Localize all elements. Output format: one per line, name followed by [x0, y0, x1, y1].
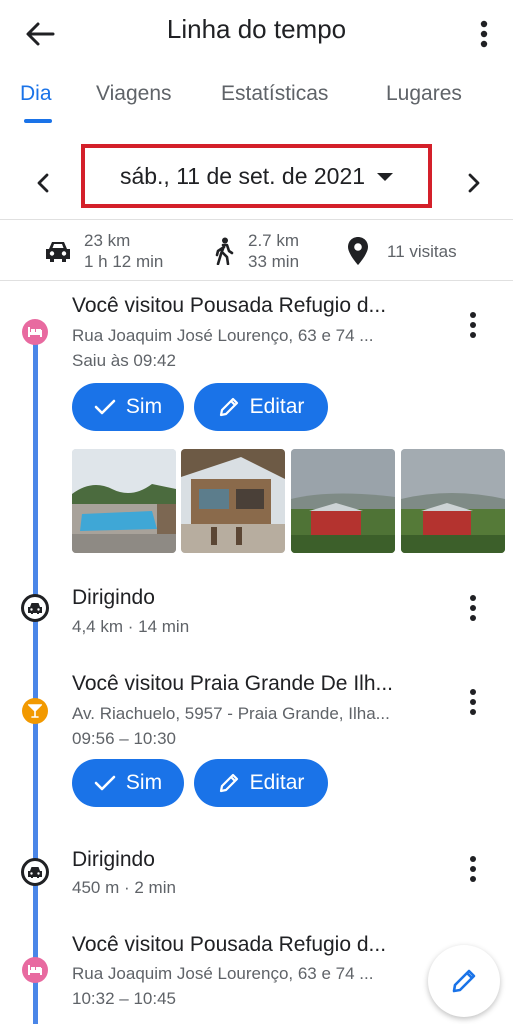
car-icon [28, 603, 42, 614]
visit-time: 10:32 – 10:45 [72, 989, 176, 1008]
edit-fab[interactable] [428, 945, 500, 1017]
photo-thumbnail[interactable] [291, 449, 395, 553]
visit-address: Rua Joaquim José Lourenço, 63 e 74 ... [72, 326, 374, 345]
next-day-button[interactable] [459, 168, 489, 198]
visit-time: 09:56 – 10:30 [72, 729, 176, 748]
drive-distance: 23 km [84, 231, 131, 250]
page-title: Linha do tempo [166, 14, 347, 44]
drive-node [21, 858, 49, 886]
pencil-icon [219, 397, 238, 417]
drive-node [21, 594, 49, 622]
tab-bar: Dia Viagens Estatísticas Lugares [0, 64, 513, 124]
caret-down-icon [377, 173, 394, 181]
tab-viagens[interactable]: Viagens [96, 82, 172, 106]
active-tab-indicator [24, 119, 52, 123]
more-options-button[interactable] [469, 14, 499, 54]
day-summary: 23 km 1 h 12 min 2.7 km 33 min 11 visita… [0, 222, 513, 282]
entry-more-button[interactable] [463, 851, 483, 887]
edit-button[interactable]: Editar [194, 759, 328, 807]
bar-photo [181, 449, 285, 553]
photo-thumbnail[interactable] [401, 449, 505, 553]
check-icon [94, 399, 116, 415]
drive-detail: 450 m · 2 min [72, 878, 176, 897]
visit-title[interactable]: Você visitou Praia Grande De Ilh... [72, 672, 393, 696]
tab-estatisticas[interactable]: Estatísticas [221, 82, 328, 106]
bed-icon [28, 327, 42, 337]
app-bar: Linha do tempo [0, 0, 513, 64]
tab-lugares[interactable]: Lugares [386, 82, 462, 106]
divider [0, 219, 513, 220]
edit-label: Editar [249, 771, 305, 794]
visits-count: 11 visitas [387, 241, 457, 261]
previous-day-button[interactable] [28, 168, 58, 198]
photo-thumbnail[interactable] [181, 449, 285, 553]
pencil-icon [219, 773, 238, 793]
check-icon [94, 775, 116, 791]
pencil-icon [452, 969, 476, 993]
car-icon [46, 242, 70, 262]
walk-icon [215, 237, 234, 265]
walk-distance: 2.7 km [248, 231, 300, 250]
drive-title[interactable]: Dirigindo [72, 848, 155, 872]
beach-node [22, 698, 48, 724]
drive-detail: 4,4 km · 14 min [72, 617, 190, 636]
timeline-track [33, 330, 38, 1024]
chevron-right-icon [468, 173, 480, 193]
more-vert-icon [470, 689, 476, 715]
pool-photo [72, 449, 176, 553]
tab-dia[interactable]: Dia [20, 82, 52, 106]
cocktail-icon [28, 704, 42, 718]
drive-time: 1 h 12 min [84, 252, 164, 271]
date-label: sáb., 11 de set. de 2021 [119, 162, 366, 189]
walk-time: 33 min [248, 252, 300, 271]
visit-address: Av. Riachuelo, 5957 - Praia Grande, Ilha… [72, 704, 390, 723]
date-selector: sáb., 11 de set. de 2021 [0, 138, 513, 218]
more-vert-icon [470, 595, 476, 621]
more-vert-icon [480, 20, 488, 48]
drive-title[interactable]: Dirigindo [72, 586, 155, 610]
yes-label: Sim [125, 771, 163, 794]
entry-more-button[interactable] [463, 590, 483, 626]
lodging-node [22, 957, 48, 983]
more-vert-icon [470, 312, 476, 338]
date-dropdown[interactable]: sáb., 11 de set. de 2021 [81, 144, 432, 208]
photo-thumbnail[interactable] [72, 449, 176, 553]
visit-title[interactable]: Você visitou Pousada Refugio d... [72, 933, 386, 957]
summary-walking: 2.7 km 33 min [214, 230, 299, 272]
house-photo [401, 449, 505, 553]
photo-strip [72, 449, 513, 553]
edit-label: Editar [249, 395, 305, 418]
chevron-left-icon [37, 173, 49, 193]
confirm-yes-button[interactable]: Sim [72, 759, 184, 807]
visit-time: Saiu às 09:42 [72, 351, 176, 370]
more-vert-icon [470, 856, 476, 882]
visit-address: Rua Joaquim José Lourenço, 63 e 74 ... [72, 964, 374, 983]
summary-driving: 23 km 1 h 12 min [44, 230, 163, 272]
entry-more-button[interactable] [463, 684, 483, 720]
entry-more-button[interactable] [463, 307, 483, 343]
bed-icon [28, 965, 42, 975]
lodging-node [22, 319, 48, 345]
edit-button[interactable]: Editar [194, 383, 328, 431]
visit-title[interactable]: Você visitou Pousada Refugio d... [72, 294, 386, 318]
car-icon [28, 867, 42, 878]
location-pin-icon [348, 237, 368, 265]
yes-label: Sim [125, 395, 163, 418]
summary-visits: 11 visitas [347, 236, 457, 266]
divider [0, 280, 513, 281]
house-photo [291, 449, 395, 553]
confirm-yes-button[interactable]: Sim [72, 383, 184, 431]
